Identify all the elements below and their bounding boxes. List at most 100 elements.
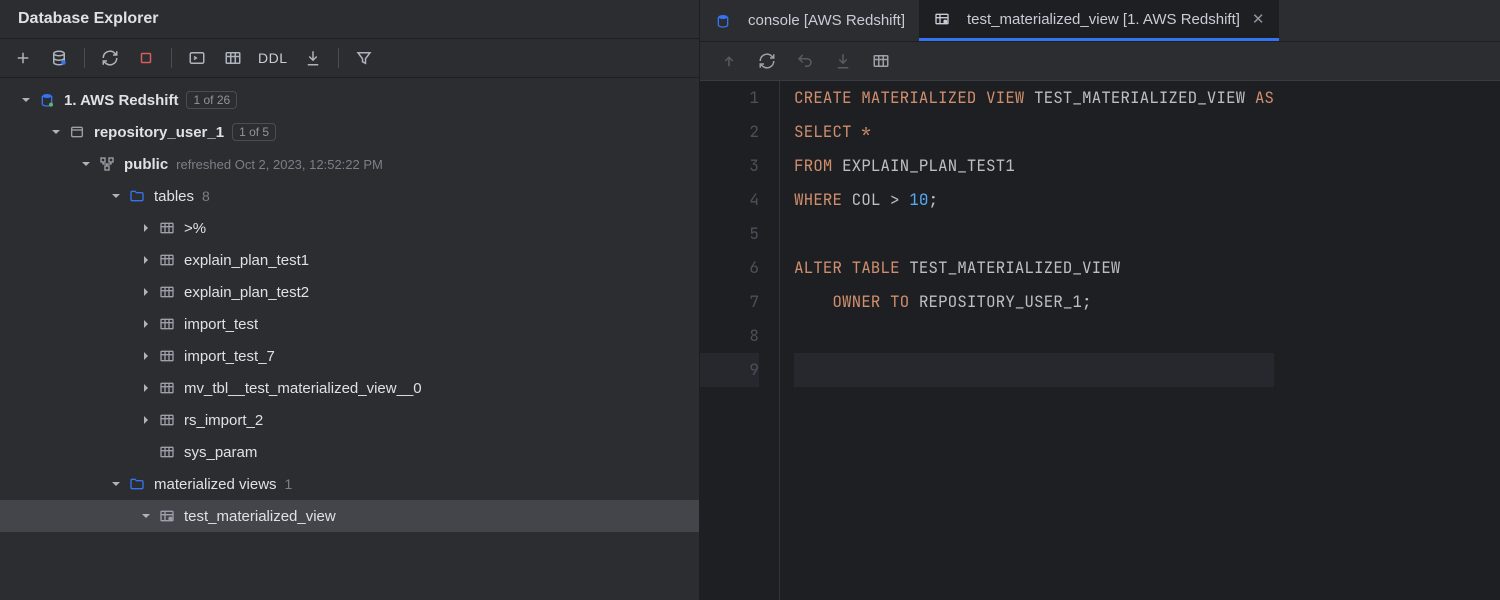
chevron-down-icon[interactable] [18, 92, 34, 108]
table-node[interactable]: import_test [0, 308, 699, 340]
code-line[interactable]: CREATE MATERIALIZED VIEW TEST_MATERIALIZ… [794, 81, 1274, 115]
sidebar-toolbar: DDL [0, 39, 699, 78]
folder-icon [128, 187, 146, 205]
editor-panel: console [AWS Redshift] test_materialized… [700, 0, 1500, 600]
chevron-right-icon[interactable] [138, 220, 154, 236]
chevron-right-icon[interactable] [138, 380, 154, 396]
chevron-right-icon[interactable] [138, 252, 154, 268]
table-label: import_test [184, 316, 258, 333]
code-line[interactable] [794, 319, 1274, 353]
schema-refreshed: refreshed Oct 2, 2023, 12:52:22 PM [176, 157, 383, 172]
separator [338, 48, 339, 68]
datasource-label: 1. AWS Redshift [64, 92, 178, 109]
matview-icon [158, 507, 176, 525]
tab-materialized-view[interactable]: test_materialized_view [1. AWS Redshift]… [919, 0, 1278, 41]
tables-group-node[interactable]: tables 8 [0, 180, 699, 212]
filter-icon[interactable] [353, 47, 375, 69]
table-label: explain_plan_test1 [184, 252, 309, 269]
close-icon[interactable]: ✕ [1252, 10, 1265, 28]
schema-node[interactable]: public refreshed Oct 2, 2023, 12:52:22 P… [0, 148, 699, 180]
table-view-icon[interactable] [870, 50, 892, 72]
table-label: sys_param [184, 444, 257, 461]
matviews-group-node[interactable]: materialized views 1 [0, 468, 699, 500]
import-icon [832, 50, 854, 72]
code-line[interactable] [794, 353, 1274, 387]
chevron-right-icon[interactable] [138, 412, 154, 428]
database-explorer-panel: Database Explorer DDL [0, 0, 700, 600]
table-icon [158, 219, 176, 237]
line-gutter: 123456789 [700, 81, 780, 600]
tables-count: 8 [202, 188, 210, 204]
chevron-right-icon[interactable] [138, 316, 154, 332]
table-icon [158, 379, 176, 397]
datasource-node[interactable]: 1. AWS Redshift 1 of 26 [0, 84, 699, 116]
table-label: rs_import_2 [184, 412, 263, 429]
code-line[interactable]: FROM EXPLAIN_PLAN_TEST1 [794, 149, 1274, 183]
chevron-down-icon[interactable] [108, 188, 124, 204]
ddl-button[interactable]: DDL [258, 50, 288, 66]
tab-label: console [AWS Redshift] [748, 12, 905, 29]
datasource-badge: 1 of 26 [186, 91, 237, 109]
code-line[interactable] [794, 217, 1274, 251]
database-badge: 1 of 5 [232, 123, 276, 141]
code-lines[interactable]: CREATE MATERIALIZED VIEW TEST_MATERIALIZ… [780, 81, 1274, 600]
table-node[interactable]: explain_plan_test1 [0, 244, 699, 276]
schema-label: public [124, 156, 168, 173]
chevron-right-icon[interactable] [138, 444, 154, 460]
table-icon [158, 443, 176, 461]
chevron-down-icon[interactable] [108, 476, 124, 492]
table-label: explain_plan_test2 [184, 284, 309, 301]
code-line[interactable]: WHERE COL > 10; [794, 183, 1274, 217]
refresh-icon[interactable] [99, 47, 121, 69]
matview-node[interactable]: test_materialized_view [0, 500, 699, 532]
chevron-down-icon[interactable] [78, 156, 94, 172]
panel-title: Database Explorer [0, 0, 699, 39]
database-tree[interactable]: 1. AWS Redshift 1 of 26 repository_user_… [0, 78, 699, 538]
table-node[interactable]: >% [0, 212, 699, 244]
table-node[interactable]: mv_tbl__test_materialized_view__0 [0, 372, 699, 404]
table-node[interactable]: rs_import_2 [0, 404, 699, 436]
stop-icon[interactable] [135, 47, 157, 69]
import-icon[interactable] [302, 47, 324, 69]
table-icon [158, 411, 176, 429]
table-node[interactable]: sys_param [0, 436, 699, 468]
table-label: import_test_7 [184, 348, 275, 365]
table-node[interactable]: import_test_7 [0, 340, 699, 372]
chevron-down-icon[interactable] [138, 508, 154, 524]
add-icon[interactable] [12, 47, 34, 69]
table-icon [158, 251, 176, 269]
separator [84, 48, 85, 68]
tab-console[interactable]: console [AWS Redshift] [700, 0, 919, 41]
editor-toolbar [700, 42, 1500, 81]
table-label: mv_tbl__test_materialized_view__0 [184, 380, 422, 397]
folder-icon [128, 475, 146, 493]
matviews-count: 1 [285, 476, 293, 492]
table-icon [158, 347, 176, 365]
upload-icon [718, 50, 740, 72]
chevron-right-icon[interactable] [138, 284, 154, 300]
database-icon [68, 123, 86, 141]
undo-icon [794, 50, 816, 72]
matview-icon [933, 10, 951, 28]
chevron-right-icon[interactable] [138, 348, 154, 364]
console-icon [714, 12, 732, 30]
table-view-icon[interactable] [222, 47, 244, 69]
jump-to-console-icon[interactable] [186, 47, 208, 69]
code-editor[interactable]: 123456789 CREATE MATERIALIZED VIEW TEST_… [700, 81, 1500, 600]
matview-label: test_materialized_view [184, 508, 336, 525]
table-icon [158, 315, 176, 333]
tab-label: test_materialized_view [1. AWS Redshift] [967, 11, 1240, 28]
separator [171, 48, 172, 68]
code-line[interactable]: SELECT * [794, 115, 1274, 149]
tables-group-label: tables [154, 188, 194, 205]
refresh-icon[interactable] [756, 50, 778, 72]
chevron-down-icon[interactable] [48, 124, 64, 140]
database-node[interactable]: repository_user_1 1 of 5 [0, 116, 699, 148]
schema-icon [98, 155, 116, 173]
datasource-properties-icon[interactable] [48, 47, 70, 69]
table-node[interactable]: explain_plan_test2 [0, 276, 699, 308]
code-line[interactable]: OWNER TO REPOSITORY_USER_1; [794, 285, 1274, 319]
code-line[interactable]: ALTER TABLE TEST_MATERIALIZED_VIEW [794, 251, 1274, 285]
redshift-icon [38, 91, 56, 109]
matviews-group-label: materialized views [154, 476, 277, 493]
